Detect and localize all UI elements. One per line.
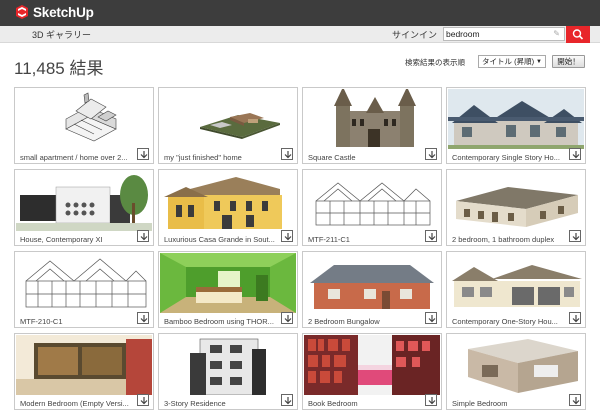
model-card[interactable]: small apartment / home over 2... bbox=[14, 87, 154, 164]
signin-link[interactable]: サインイン bbox=[392, 28, 437, 41]
sketchup-logo[interactable]: SketchUp bbox=[14, 4, 94, 20]
download-icon bbox=[284, 151, 292, 159]
model-card[interactable]: MTF-211-C1 bbox=[302, 169, 442, 246]
sort-select-value: タイトル (昇順) bbox=[482, 57, 535, 66]
download-button[interactable] bbox=[569, 312, 581, 324]
model-card[interactable]: 2 bedroom, 1 bathroom duplex bbox=[446, 169, 586, 246]
download-button[interactable] bbox=[281, 148, 293, 160]
model-title[interactable]: MTF-211-C1 bbox=[308, 235, 420, 244]
model-title[interactable]: House, Contemporary XI bbox=[20, 235, 132, 244]
model-title[interactable]: 3-Story Residence bbox=[164, 399, 276, 408]
model-title[interactable]: Square Castle bbox=[308, 153, 420, 162]
download-button[interactable] bbox=[425, 312, 437, 324]
download-button[interactable] bbox=[569, 230, 581, 242]
sketchup-logo-icon bbox=[16, 5, 28, 19]
download-icon bbox=[140, 233, 148, 241]
model-thumbnail[interactable] bbox=[448, 335, 584, 395]
clear-icon[interactable]: ✎ bbox=[553, 29, 560, 38]
model-thumbnail[interactable] bbox=[448, 253, 584, 313]
model-card[interactable]: House, Contemporary XI bbox=[14, 169, 154, 246]
download-button[interactable] bbox=[281, 230, 293, 242]
download-icon bbox=[140, 397, 148, 405]
download-icon bbox=[140, 151, 148, 159]
download-icon bbox=[284, 315, 292, 323]
model-thumbnail[interactable] bbox=[16, 253, 152, 313]
model-title[interactable]: Bamboo Bedroom using THOR... bbox=[164, 317, 276, 326]
model-card[interactable]: Luxurious Casa Grande in Sout... bbox=[158, 169, 298, 246]
model-thumbnail[interactable] bbox=[304, 335, 440, 395]
download-icon bbox=[140, 315, 148, 323]
search-box: ✎ bbox=[443, 27, 565, 41]
top-bar: SketchUp bbox=[0, 0, 600, 26]
model-title[interactable]: Simple Bedroom bbox=[452, 399, 564, 408]
download-icon bbox=[428, 151, 436, 159]
model-thumbnail[interactable] bbox=[160, 253, 296, 313]
download-icon bbox=[428, 315, 436, 323]
download-button[interactable] bbox=[425, 394, 437, 406]
model-thumbnail[interactable] bbox=[16, 89, 152, 149]
model-thumbnail[interactable] bbox=[16, 335, 152, 395]
download-icon bbox=[428, 233, 436, 241]
model-thumbnail[interactable] bbox=[448, 89, 584, 149]
sort-start-button[interactable]: 開始！ bbox=[552, 55, 585, 68]
download-button[interactable] bbox=[425, 148, 437, 160]
model-title[interactable]: small apartment / home over 2... bbox=[20, 153, 132, 162]
model-card[interactable]: 3-Story Residence bbox=[158, 333, 298, 410]
search-button[interactable] bbox=[566, 26, 590, 43]
download-button[interactable] bbox=[281, 394, 293, 406]
download-button[interactable] bbox=[569, 148, 581, 160]
results-grid: small apartment / home over 2... my "jus… bbox=[14, 87, 586, 413]
model-title[interactable]: Luxurious Casa Grande in Sout... bbox=[164, 235, 276, 244]
download-button[interactable] bbox=[137, 312, 149, 324]
gallery-link[interactable]: 3D ギャラリー bbox=[32, 28, 91, 41]
model-title[interactable]: Modern Bedroom (Empty Versi... bbox=[20, 399, 132, 408]
model-thumbnail[interactable] bbox=[160, 171, 296, 231]
model-card[interactable]: MTF-210-C1 bbox=[14, 251, 154, 328]
sort-select[interactable]: タイトル (昇順) ▼ bbox=[478, 55, 546, 68]
download-button[interactable] bbox=[137, 394, 149, 406]
download-icon bbox=[572, 315, 580, 323]
model-card[interactable]: Square Castle bbox=[302, 87, 442, 164]
model-card[interactable]: my "just finished" home bbox=[158, 87, 298, 164]
model-card[interactable]: 2 Bedroom Bungalow bbox=[302, 251, 442, 328]
model-card[interactable]: Bamboo Bedroom using THOR... bbox=[158, 251, 298, 328]
model-thumbnail[interactable] bbox=[304, 89, 440, 149]
model-title[interactable]: 2 bedroom, 1 bathroom duplex bbox=[452, 235, 564, 244]
model-thumbnail[interactable] bbox=[304, 171, 440, 231]
download-icon bbox=[572, 233, 580, 241]
download-button[interactable] bbox=[137, 230, 149, 242]
chevron-down-icon: ▼ bbox=[536, 58, 542, 65]
model-card[interactable]: Contemporary Single Story Ho... bbox=[446, 87, 586, 164]
model-title[interactable]: Book Bedroom bbox=[308, 399, 420, 408]
model-title[interactable]: Contemporary Single Story Ho... bbox=[452, 153, 564, 162]
model-card[interactable]: Book Bedroom bbox=[302, 333, 442, 410]
search-input[interactable] bbox=[446, 28, 544, 40]
model-title[interactable]: 2 Bedroom Bungalow bbox=[308, 317, 420, 326]
download-button[interactable] bbox=[569, 394, 581, 406]
download-icon bbox=[572, 151, 580, 159]
model-title[interactable]: MTF-210-C1 bbox=[20, 317, 132, 326]
model-card[interactable]: Modern Bedroom (Empty Versi... bbox=[14, 333, 154, 410]
download-icon bbox=[284, 397, 292, 405]
result-count: 11,485 結果 bbox=[14, 59, 104, 78]
model-thumbnail[interactable] bbox=[448, 171, 584, 231]
model-card[interactable]: Simple Bedroom bbox=[446, 333, 586, 410]
download-button[interactable] bbox=[425, 230, 437, 242]
model-thumbnail[interactable] bbox=[304, 253, 440, 313]
sort-label: 検索結果の表示順 bbox=[405, 58, 465, 67]
model-card[interactable]: Contemporary One-Story Hou... bbox=[446, 251, 586, 328]
download-icon bbox=[572, 397, 580, 405]
brand-name: SketchUp bbox=[33, 4, 94, 20]
search-icon bbox=[572, 29, 584, 40]
model-thumbnail[interactable] bbox=[160, 89, 296, 149]
model-thumbnail[interactable] bbox=[160, 335, 296, 395]
model-title[interactable]: my "just finished" home bbox=[164, 153, 276, 162]
model-title[interactable]: Contemporary One-Story Hou... bbox=[452, 317, 564, 326]
download-icon bbox=[428, 397, 436, 405]
download-icon bbox=[284, 233, 292, 241]
download-button[interactable] bbox=[137, 148, 149, 160]
model-thumbnail[interactable] bbox=[16, 171, 152, 231]
download-button[interactable] bbox=[281, 312, 293, 324]
